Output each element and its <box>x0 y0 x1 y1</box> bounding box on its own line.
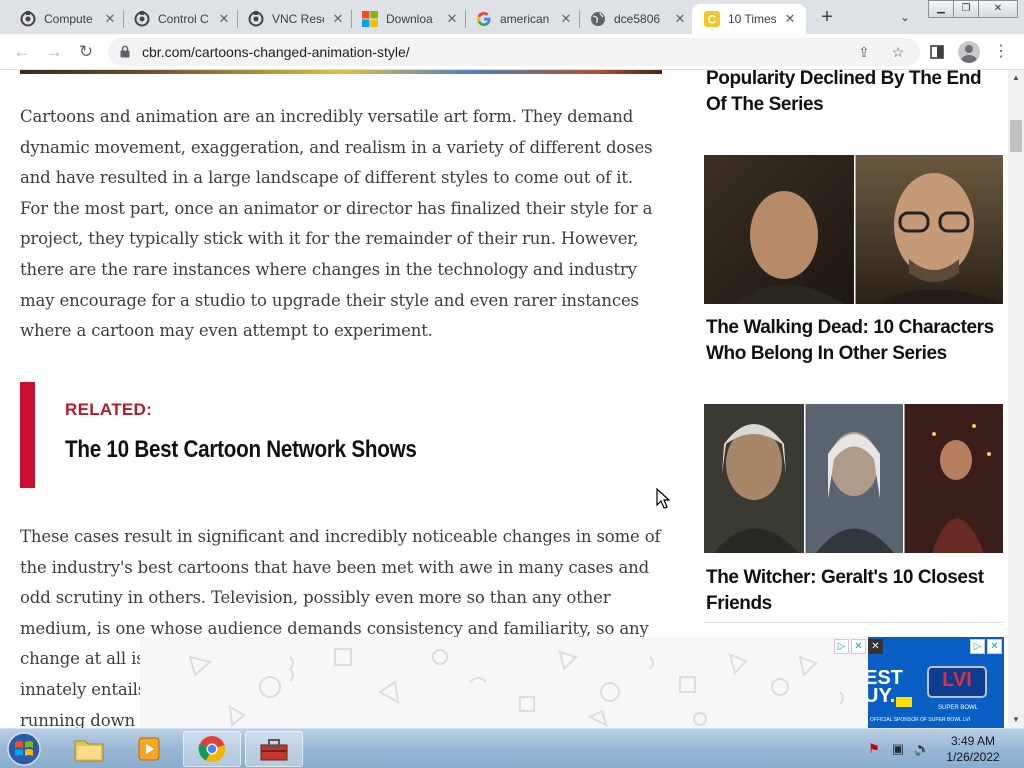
tab-control[interactable]: Control C ✕ <box>122 4 236 34</box>
close-icon[interactable]: ✕ <box>782 11 798 27</box>
menu-icon[interactable]: ⋮ <box>990 41 1012 63</box>
ad-brand-line2: UY. <box>868 685 896 707</box>
ad-close-icon[interactable]: ✕ <box>851 639 866 654</box>
article-paragraph: Cartoons and animation are an incredibly… <box>20 107 653 341</box>
chevron-down-icon[interactable]: ⌄ <box>896 8 914 26</box>
close-icon[interactable]: ✕ <box>558 11 574 27</box>
globe-icon <box>590 11 606 27</box>
related-box[interactable]: RELATED: The 10 Best Cartoon Network Sho… <box>20 382 662 488</box>
clock-date: 1/26/2022 <box>946 750 1000 764</box>
google-icon <box>476 11 492 27</box>
clock[interactable]: 3:49 AM 1/26/2022 <box>930 733 1016 765</box>
chrome-icon <box>198 736 226 763</box>
vnc-icon <box>20 11 36 27</box>
close-ad-button[interactable]: ✕ <box>868 639 883 654</box>
close-icon[interactable]: ✕ <box>102 11 118 27</box>
ad-logo: LVI <box>924 661 990 701</box>
ad-footer-text: OFFICIAL SPONSOR OF SUPER BOWL LVI <box>870 717 971 723</box>
related-accent-bar <box>20 382 35 488</box>
side-panel-icon[interactable] <box>926 41 948 63</box>
taskbar-toolbox[interactable] <box>245 731 303 767</box>
reload-icon[interactable]: ↻ <box>74 40 98 64</box>
cbr-icon: C <box>704 11 720 27</box>
new-tab-button[interactable]: + <box>816 6 838 28</box>
taskbar-chrome[interactable] <box>183 731 241 767</box>
tab-title: Downloa <box>386 12 433 26</box>
forward-icon[interactable]: → <box>42 40 66 64</box>
start-button[interactable] <box>4 731 44 767</box>
action-center-icon[interactable]: ⚑ <box>866 741 882 757</box>
sidebar-item-title[interactable]: Popularity Declined By The End Of The Se… <box>706 70 1006 118</box>
toolbox-icon <box>260 739 288 761</box>
folder-icon <box>74 740 104 762</box>
ad-controls: ▷ ✕ <box>834 639 866 655</box>
tab-computer[interactable]: Compute ✕ <box>8 4 122 34</box>
share-icon[interactable]: ⇪ <box>854 42 874 62</box>
related-label: RELATED: <box>65 400 153 419</box>
ad-banner[interactable] <box>140 637 868 728</box>
sidebar-thumbnail-witcher[interactable] <box>704 404 1003 553</box>
close-window-button[interactable]: ✕ <box>978 0 1018 18</box>
tab-cbr-active[interactable]: C 10 Times ✕ <box>692 4 806 34</box>
related-link[interactable]: The 10 Best Cartoon Network Shows <box>65 436 417 464</box>
sidebar-divider <box>704 622 1004 623</box>
close-icon[interactable]: ✕ <box>444 11 460 27</box>
taskbar-media-player[interactable] <box>120 731 178 767</box>
scroll-up-icon[interactable]: ▲ <box>1008 70 1024 86</box>
close-icon[interactable]: ✕ <box>216 11 232 27</box>
star-icon[interactable]: ☆ <box>888 42 908 62</box>
ad-choices-icon[interactable]: ▷ <box>834 639 849 654</box>
sidebar-item-title[interactable]: The Walking Dead: 10 Characters Who Belo… <box>706 315 1006 367</box>
clock-time: 3:49 AM <box>950 734 996 748</box>
scrollbar-thumb[interactable] <box>1010 120 1022 152</box>
vnc-icon <box>248 11 264 27</box>
sidebar-thumbnail-walking-dead[interactable] <box>704 155 1003 304</box>
tab-title: Control C <box>158 12 209 26</box>
taskbar-explorer[interactable] <box>60 731 118 767</box>
sidebar-item-title[interactable]: The Witcher: Geralt's 10 Closest Friends <box>706 565 1006 617</box>
tab-title: dce5806 <box>614 12 661 26</box>
ad-logo-text: LVI <box>942 669 972 691</box>
ad-brand-tag <box>896 697 912 707</box>
minimize-button[interactable]: ▁ <box>928 0 954 18</box>
taskbar: ⚑ ▣ 🔊 3:49 AM 1/26/2022 <box>0 728 1024 768</box>
vnc-icon <box>134 11 150 27</box>
browser-toolbar: ← → ↻ cbr.com/cartoons-changed-animation… <box>0 34 1024 70</box>
microsoft-icon <box>362 11 378 27</box>
tab-strip: Compute ✕ Control C ✕ VNC Rese ✕ Downloa… <box>0 0 1024 34</box>
close-icon[interactable]: ✕ <box>672 11 688 27</box>
ad-sub-text: SUPER BOWL <box>937 705 978 711</box>
tab-title: 10 Times <box>728 12 776 26</box>
url-text[interactable]: cbr.com/cartoons-changed-animation-style… <box>142 44 410 60</box>
address-bar[interactable]: cbr.com/cartoons-changed-animation-style… <box>108 38 920 66</box>
ad-choices-icon[interactable]: ▷ <box>970 639 985 654</box>
web-page: Cartoons and animation are an incredibly… <box>0 70 1008 728</box>
network-icon[interactable]: ▣ <box>890 741 906 757</box>
scroll-down-icon[interactable]: ▼ <box>1008 712 1024 728</box>
back-icon[interactable]: ← <box>10 40 34 64</box>
avatar[interactable] <box>958 41 980 63</box>
page-scrollbar[interactable]: ▲ ▼ <box>1008 70 1024 728</box>
hero-image <box>20 70 662 74</box>
tab-dce[interactable]: dce5806 ✕ <box>578 4 692 34</box>
maximize-button[interactable]: ❐ <box>953 0 979 18</box>
tab-title: Compute <box>44 12 93 26</box>
tab-title: american <box>500 12 550 26</box>
tab-vnc[interactable]: VNC Rese ✕ <box>236 4 350 34</box>
lock-icon[interactable] <box>120 45 130 58</box>
volume-icon[interactable]: 🔊 <box>914 741 930 757</box>
media-player-icon <box>138 737 160 761</box>
svg-text:C: C <box>708 13 717 27</box>
mouse-cursor-icon <box>656 488 670 509</box>
close-icon[interactable]: ✕ <box>330 11 346 27</box>
ad-close-icon[interactable]: ✕ <box>987 639 1002 654</box>
tab-google[interactable]: american ✕ <box>464 4 578 34</box>
ad-controls-right: ▷ ✕ <box>970 639 1002 655</box>
tab-download[interactable]: Downloa ✕ <box>350 4 464 34</box>
tab-title: VNC Rese <box>272 12 324 26</box>
